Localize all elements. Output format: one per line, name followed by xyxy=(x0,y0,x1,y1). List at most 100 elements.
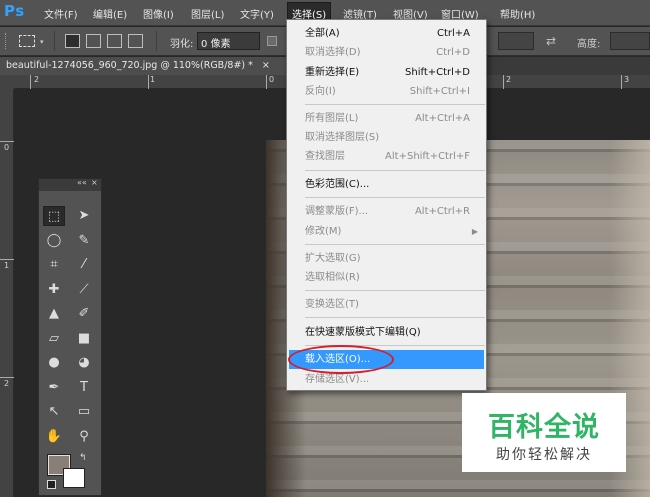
menu-item-label: 所有图层(L) xyxy=(305,113,359,124)
document-tab-title: beautiful-1274056_960_720.jpg @ 110%(RGB… xyxy=(6,60,253,71)
menu-item-label: 色彩范围(C)... xyxy=(305,179,370,190)
pen-tool-icon[interactable]: ✒ xyxy=(43,378,65,398)
hand-tool-icon[interactable]: ✋ xyxy=(43,427,65,447)
menu-item-similar[interactable]: 选取相似(R) xyxy=(287,268,486,287)
ruler-label: 1 xyxy=(4,261,10,270)
ruler-label: 3 xyxy=(624,75,630,84)
divider xyxy=(156,31,157,51)
type-tool-icon[interactable]: T xyxy=(73,378,95,398)
quick-selection-tool-icon[interactable]: ✎ xyxy=(73,231,95,251)
menu-item-label: 调整蒙版(F)... xyxy=(305,206,369,217)
spot-healing-tool-icon[interactable]: ✚ xyxy=(43,280,65,300)
menu-item-save-selection[interactable]: 存储选区(V)... xyxy=(287,370,486,389)
photoshop-logo: Ps xyxy=(4,2,25,20)
default-colors-icon[interactable] xyxy=(47,480,56,489)
menu-item-find-layers[interactable]: 查找图层 Alt+Shift+Ctrl+F xyxy=(287,147,486,166)
crop-tool-icon[interactable]: ⌗ xyxy=(43,255,65,275)
menu-item-shortcut: Alt+Ctrl+A xyxy=(415,113,470,124)
new-selection-icon[interactable] xyxy=(65,34,80,48)
feather-label: 羽化: xyxy=(170,39,194,50)
grip-handle[interactable] xyxy=(5,33,8,49)
ruler-label: 1 xyxy=(150,75,156,84)
menu-separator xyxy=(305,317,485,318)
menu-type[interactable]: 文字(Y) xyxy=(240,6,274,21)
menu-help[interactable]: 帮助(H) xyxy=(500,6,535,21)
swap-colors-icon[interactable]: ↰ xyxy=(79,453,87,463)
subtract-selection-icon[interactable] xyxy=(107,34,122,48)
menu-item-label: 查找图层 xyxy=(305,151,345,162)
menu-item-modify[interactable]: 修改(M) ▶ xyxy=(287,222,486,241)
feather-input[interactable]: 0 像素 xyxy=(197,32,260,50)
tools-panel: «« × ⬚ ➤ ◯ ✎ ⌗ ⁄ ✚ ⟋ ▲ ✐ ▱ ■ ● ◕ ✒ T ↖ ▭… xyxy=(38,178,102,496)
menu-item-select-all[interactable]: 全部(A) Ctrl+A xyxy=(287,24,486,43)
menu-item-grow[interactable]: 扩大选取(G) xyxy=(287,249,486,268)
background-color-swatch[interactable] xyxy=(63,468,85,488)
clone-stamp-tool-icon[interactable]: ▲ xyxy=(43,304,65,324)
intersect-selection-icon[interactable] xyxy=(128,34,143,48)
menu-item-label: 全部(A) xyxy=(305,28,340,39)
brush-tool-icon[interactable]: ⟋ xyxy=(73,280,95,300)
history-brush-tool-icon[interactable]: ✐ xyxy=(73,304,95,324)
antialias-checkbox[interactable] xyxy=(267,36,277,46)
height-label: 高度: xyxy=(577,39,601,50)
menu-item-transform-selection[interactable]: 变换选区(T) xyxy=(287,295,486,314)
move-tool-icon[interactable]: ➤ xyxy=(73,206,95,226)
tools-panel-header[interactable]: «« × xyxy=(39,178,101,191)
menu-item-shortcut: Shift+Ctrl+D xyxy=(405,67,470,78)
menu-item-label: 修改(M) xyxy=(305,226,342,237)
zoom-tool-icon[interactable]: ⚲ xyxy=(73,427,95,447)
collapse-icon[interactable]: «« xyxy=(77,178,87,187)
menu-separator xyxy=(305,170,485,171)
menu-file[interactable]: 文件(F) xyxy=(44,6,78,21)
gradient-tool-icon[interactable]: ■ xyxy=(73,329,95,349)
annotation-circle xyxy=(288,345,394,374)
ruler-tick xyxy=(148,75,149,89)
height-input[interactable] xyxy=(610,32,650,50)
swap-width-height-icon[interactable]: ⇄ xyxy=(546,34,556,48)
watermark-subtitle: 助你轻松解决 xyxy=(496,447,592,463)
menu-item-inverse[interactable]: 反向(I) Shift+Ctrl+I xyxy=(287,82,486,101)
add-selection-icon[interactable] xyxy=(86,34,101,48)
lasso-tool-icon[interactable]: ◯ xyxy=(43,231,65,251)
menu-item-label: 选取相似(R) xyxy=(305,272,360,283)
menu-edit[interactable]: 编辑(E) xyxy=(93,6,127,21)
menu-separator xyxy=(305,104,485,105)
menu-item-refine-mask[interactable]: 调整蒙版(F)... Alt+Ctrl+R xyxy=(287,202,486,221)
ruler-tick xyxy=(0,259,14,260)
chevron-down-icon[interactable]: ▾ xyxy=(40,38,44,46)
ruler-tick xyxy=(30,75,31,89)
eraser-tool-icon[interactable]: ▱ xyxy=(43,329,65,349)
close-icon[interactable]: × xyxy=(91,178,98,187)
menu-item-reselect[interactable]: 重新选择(E) Shift+Ctrl+D xyxy=(287,63,486,82)
eyedropper-tool-icon[interactable]: ⁄ xyxy=(73,255,95,275)
close-icon[interactable]: × xyxy=(262,60,270,71)
menu-item-label: 重新选择(E) xyxy=(305,67,360,78)
ruler-tick xyxy=(0,141,14,142)
document-tab[interactable]: beautiful-1274056_960_720.jpg @ 110%(RGB… xyxy=(0,57,290,75)
ruler-tick xyxy=(503,75,504,89)
menu-item-shortcut: Shift+Ctrl+I xyxy=(409,86,470,97)
dodge-tool-icon[interactable]: ◕ xyxy=(73,353,95,373)
menu-item-deselect[interactable]: 取消选择(D) Ctrl+D xyxy=(287,43,486,62)
menu-item-shortcut: Alt+Shift+Ctrl+F xyxy=(385,151,470,162)
menu-item-deselect-layers[interactable]: 取消选择图层(S) xyxy=(287,128,486,147)
menu-layer[interactable]: 图层(L) xyxy=(191,6,224,21)
divider xyxy=(54,31,55,51)
menu-item-label: 变换选区(T) xyxy=(305,299,359,310)
menu-item-all-layers[interactable]: 所有图层(L) Alt+Ctrl+A xyxy=(287,109,486,128)
marquee-preset-icon[interactable] xyxy=(19,35,35,47)
menu-item-color-range[interactable]: 色彩范围(C)... xyxy=(287,175,486,194)
blur-tool-icon[interactable]: ● xyxy=(43,353,65,373)
menu-separator xyxy=(305,197,485,198)
rectangular-marquee-tool-icon[interactable]: ⬚ xyxy=(43,206,65,226)
ruler-tick xyxy=(266,75,267,89)
menu-separator xyxy=(305,244,485,245)
rectangle-tool-icon[interactable]: ▭ xyxy=(73,402,95,422)
menu-image[interactable]: 图像(I) xyxy=(143,6,174,21)
ruler-origin[interactable] xyxy=(0,75,14,89)
menu-item-quick-mask[interactable]: 在快速蒙版模式下编辑(Q) xyxy=(287,323,486,342)
ruler-label: 0 xyxy=(269,75,275,84)
width-input[interactable] xyxy=(498,32,534,50)
menu-item-label: 反向(I) xyxy=(305,86,336,97)
path-selection-tool-icon[interactable]: ↖ xyxy=(43,402,65,422)
